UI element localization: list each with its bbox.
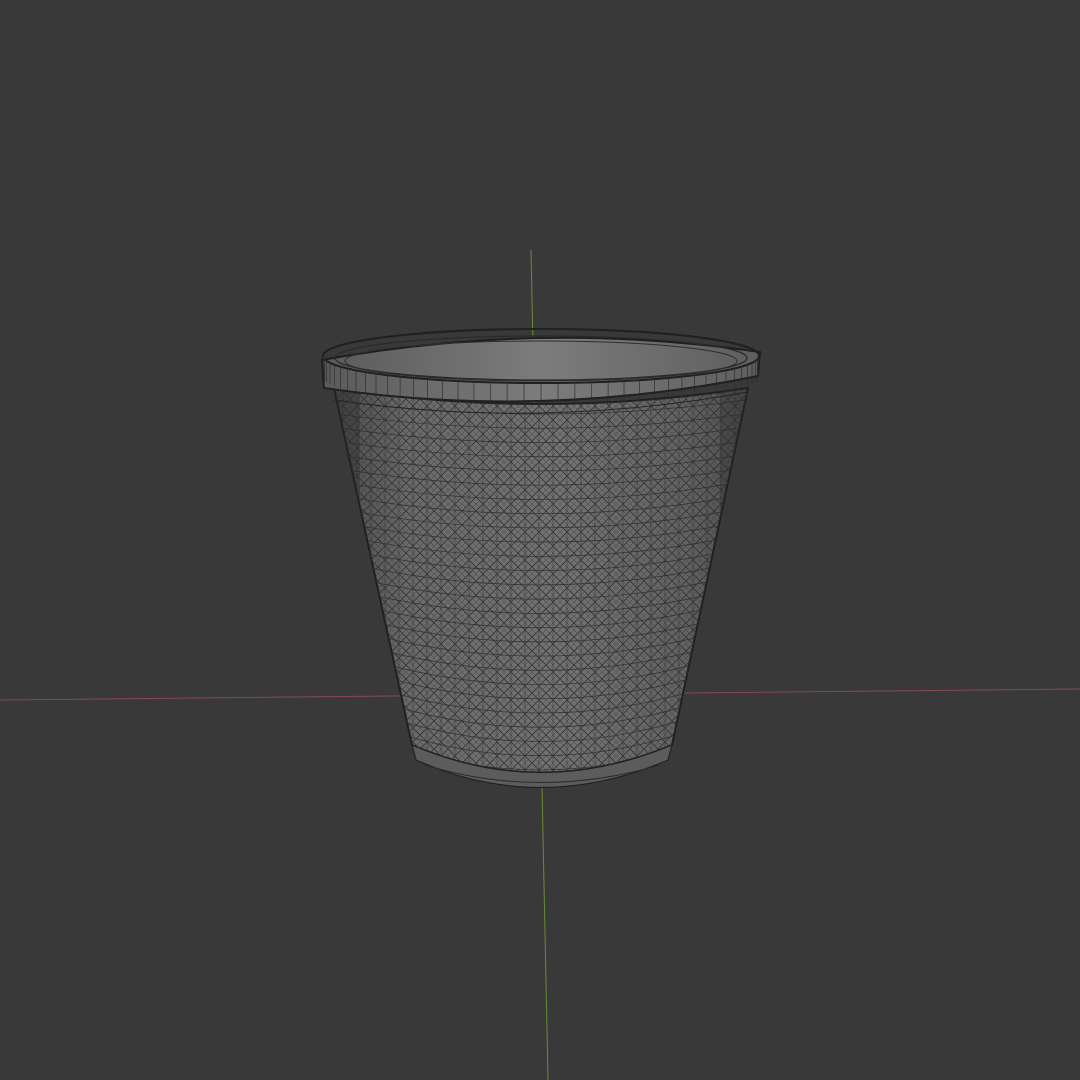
viewport-canvas[interactable] [0,0,1080,1080]
3d-viewport[interactable] [0,0,1080,1080]
wicker-basket-mesh[interactable] [320,328,762,800]
